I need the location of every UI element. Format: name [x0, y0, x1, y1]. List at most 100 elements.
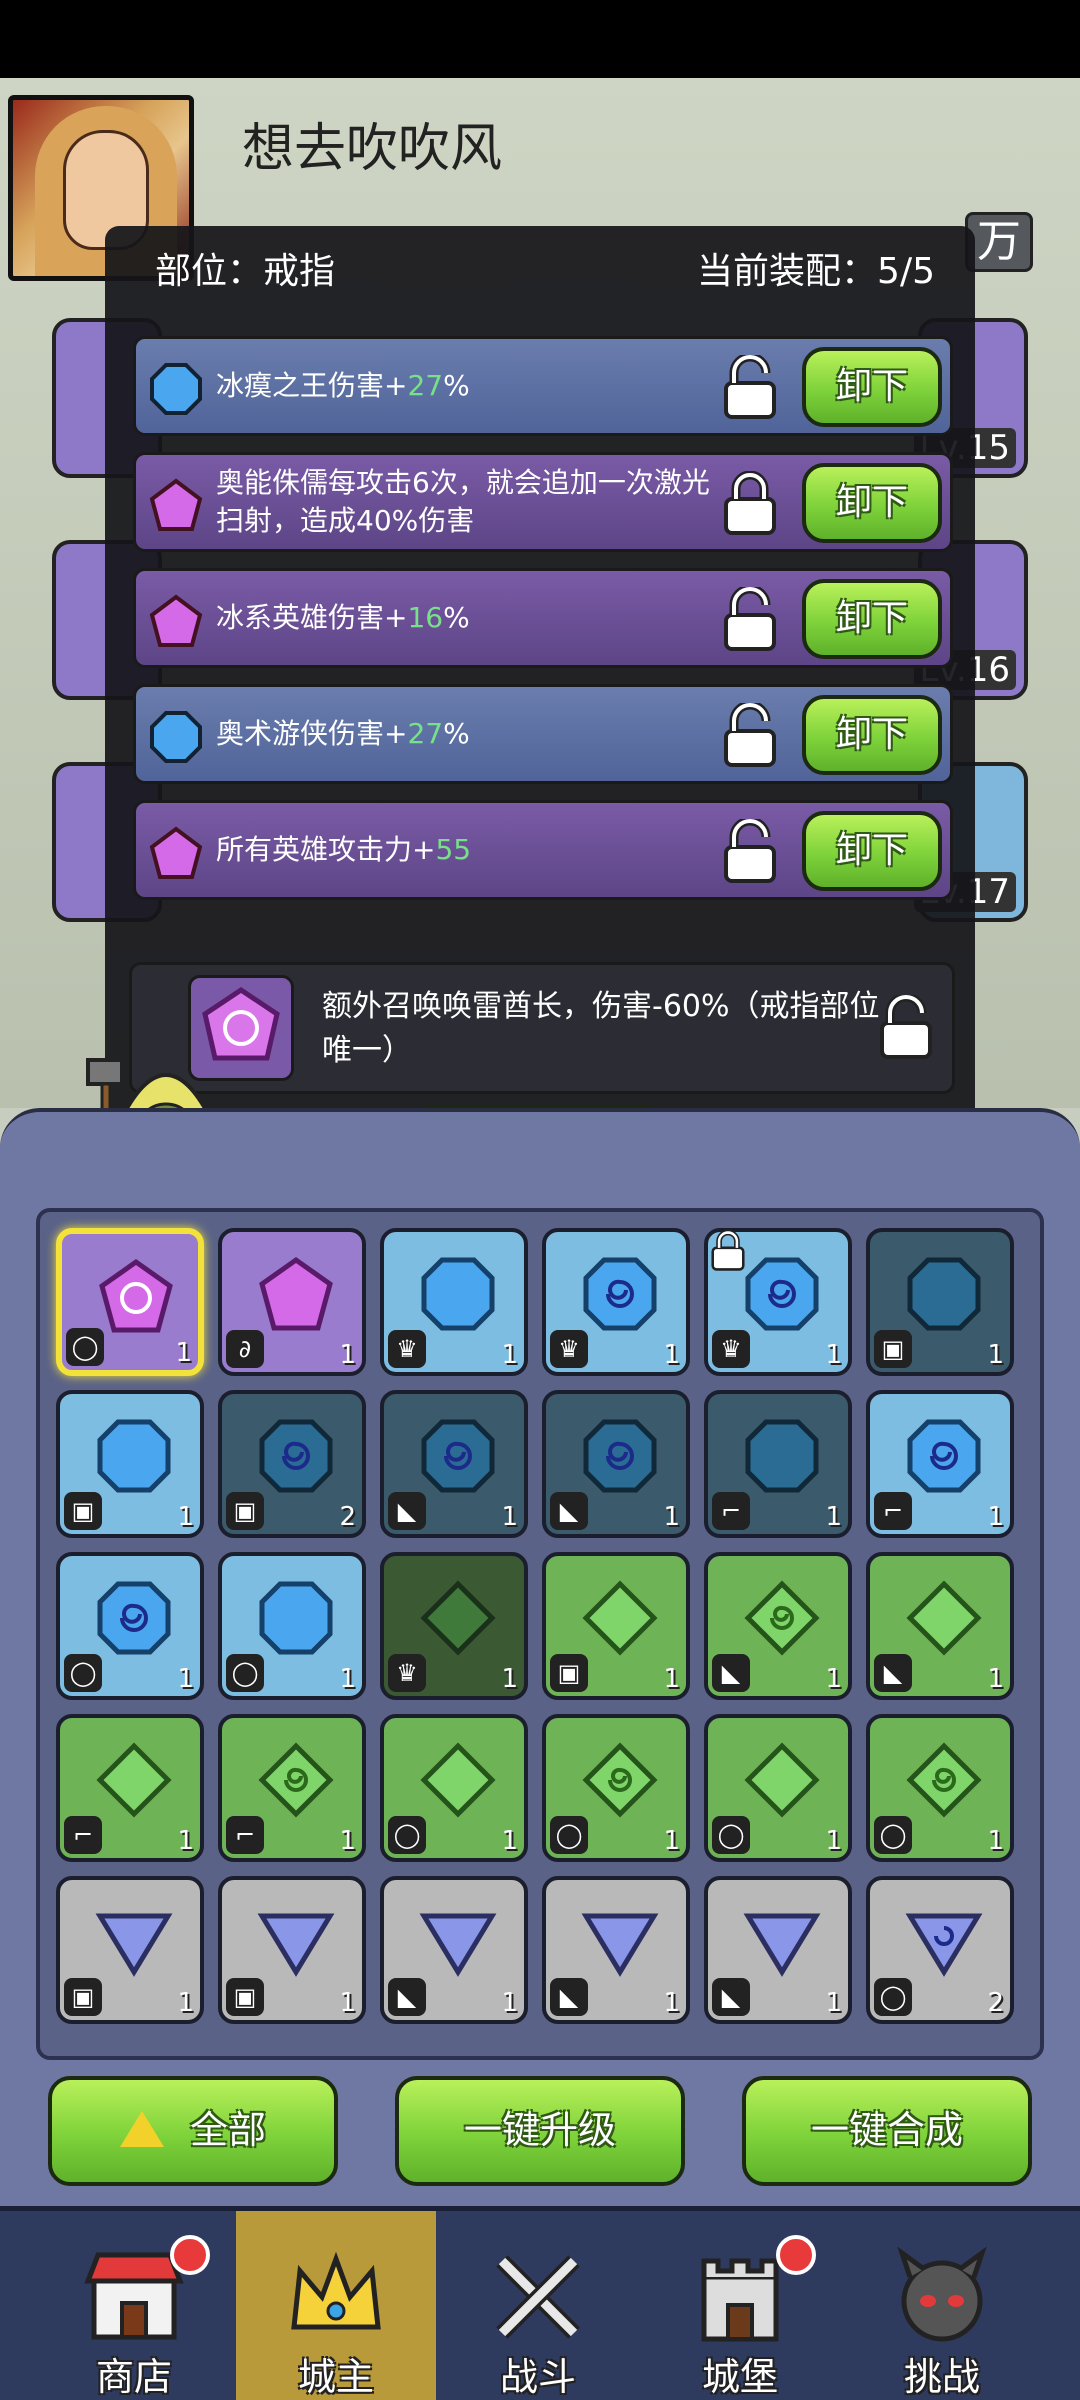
- unequip-button[interactable]: 卸下: [802, 695, 942, 775]
- gem-item[interactable]: ⌐ 1: [218, 1714, 366, 1862]
- gem-grid[interactable]: ◯ 1 ∂ 1 ♛ 1 ♛ 1 ♛ 1 ▣ 1 ▣ 1 ▣ 2 ◣ 1 ◣ 1 ⌐ 1 ⌐ 1 ◯ 1 ◯ 1 ♛ 1 ▣ 1 ◣ 1 ◣ 1 ⌐ 1 ⌐ 1…: [36, 1208, 1044, 2060]
- ring-slot-icon: ◯: [874, 1816, 912, 1854]
- lock-icon: [711, 1230, 745, 1271]
- gem-item[interactable]: ▣ 1: [56, 1390, 204, 1538]
- unequip-button[interactable]: 卸下: [802, 811, 942, 891]
- gem-item[interactable]: ▣ 1: [218, 1876, 366, 2024]
- gem-count: 1: [501, 1502, 518, 1532]
- boot-slot-icon: ◣: [388, 1978, 426, 2016]
- axe-slot-icon: ⌐: [64, 1816, 102, 1854]
- gem-item[interactable]: ◣ 1: [542, 1876, 690, 2024]
- gem-icon: [581, 1913, 659, 1977]
- boot-slot-icon: ◣: [874, 1654, 912, 1692]
- gem-item[interactable]: ◣ 1: [380, 1876, 528, 2024]
- gem-icon: [744, 1742, 820, 1818]
- unlock-icon[interactable]: [720, 703, 780, 769]
- gem-item[interactable]: ◯ 1: [56, 1228, 204, 1376]
- gem-item[interactable]: ⌐ 1: [866, 1390, 1014, 1538]
- equipped-gem-slot[interactable]: 所有英雄攻击力+55 卸下: [133, 800, 953, 900]
- gem-icon: [420, 1580, 496, 1656]
- gem-icon: [149, 594, 203, 647]
- gem-icon: [745, 1419, 819, 1493]
- gem-item[interactable]: ◣ 1: [380, 1390, 528, 1538]
- gem-icon: [420, 1742, 496, 1818]
- gem-item[interactable]: ▣ 2: [218, 1390, 366, 1538]
- unlock-icon[interactable]: [720, 819, 780, 885]
- gem-item[interactable]: ♛ 1: [380, 1228, 528, 1376]
- necklace-slot-icon: ∂: [226, 1330, 264, 1368]
- gem-item[interactable]: ◣ 1: [704, 1552, 852, 1700]
- unlock-icon[interactable]: [720, 355, 780, 421]
- gem-item[interactable]: ◯ 1: [866, 1714, 1014, 1862]
- equipped-gem-slot[interactable]: 奥术游侠伤害+27% 卸下: [133, 684, 953, 784]
- shop-icon: [84, 2252, 184, 2340]
- armor-slot-icon: ▣: [226, 1978, 264, 2016]
- ring-slot-icon: ◯: [66, 1328, 104, 1366]
- armor-slot-icon: ▣: [64, 1492, 102, 1530]
- gem-item[interactable]: ♛ 1: [542, 1228, 690, 1376]
- tab-castle[interactable]: 城堡: [640, 2211, 840, 2400]
- gem-item[interactable]: ♛ 1: [380, 1552, 528, 1700]
- axe-slot-icon: ⌐: [874, 1492, 912, 1530]
- gem-count: 1: [987, 1826, 1004, 1856]
- gem-count: 1: [663, 1988, 680, 2018]
- gem-count: 1: [177, 1988, 194, 2018]
- gem-item[interactable]: ⌐ 1: [56, 1714, 204, 1862]
- combine-all-button[interactable]: 一键合成: [742, 2076, 1032, 2186]
- gem-count: 1: [177, 1664, 194, 1694]
- gem-item[interactable]: ◣ 1: [542, 1390, 690, 1538]
- unequip-button[interactable]: 卸下: [802, 347, 942, 427]
- tab-demon[interactable]: 挑战: [842, 2211, 1042, 2400]
- gem-count: 1: [339, 1988, 356, 2018]
- equipped-gem-slot[interactable]: 奥能侏儒每攻击6次，就会追加一次激光扫射，造成40%伤害 卸下: [133, 452, 953, 552]
- demon-icon: [897, 2247, 987, 2342]
- gem-count: 1: [663, 1502, 680, 1532]
- gem-count: 1: [825, 1502, 842, 1532]
- tab-swords[interactable]: 战斗: [438, 2211, 638, 2400]
- lock-icon[interactable]: [720, 471, 780, 537]
- slot-effect-text: 冰瘼之王伤害+27%: [216, 369, 470, 402]
- gem-count: 1: [825, 1664, 842, 1694]
- gem-item[interactable]: ◣ 1: [866, 1552, 1014, 1700]
- tab-crown[interactable]: 城主: [236, 2211, 436, 2400]
- gem-item[interactable]: ◯ 1: [380, 1714, 528, 1862]
- filter-all-button[interactable]: 全部: [48, 2076, 338, 2186]
- extra-effect-row: 额外召唤唤雷酋长，伤害-60%（戒指部位唯一）: [129, 962, 955, 1094]
- equipped-count: 当前装配：5/5: [697, 251, 935, 292]
- boot-slot-icon: ◣: [712, 1654, 750, 1692]
- gem-item[interactable]: ∂ 1: [218, 1228, 366, 1376]
- gem-icon: [149, 826, 203, 879]
- gem-item[interactable]: ⌐ 1: [704, 1390, 852, 1538]
- crown-slot-icon: ♛: [712, 1330, 750, 1368]
- gem-count: 1: [825, 1826, 842, 1856]
- gem-item[interactable]: ▣ 1: [56, 1876, 204, 2024]
- gem-icon: [97, 1581, 171, 1655]
- gem-item[interactable]: ◣ 1: [704, 1876, 852, 2024]
- gem-icon: [744, 1580, 820, 1656]
- tab-shop[interactable]: 商店: [34, 2211, 234, 2400]
- gem-icon: [743, 1913, 821, 1977]
- upgrade-all-button[interactable]: 一键升级: [395, 2076, 685, 2186]
- gem-item[interactable]: ◯ 1: [56, 1552, 204, 1700]
- unlock-icon[interactable]: [876, 995, 936, 1061]
- equipped-gem-slot[interactable]: 冰系英雄伤害+16% 卸下: [133, 568, 953, 668]
- gem-item[interactable]: ◯ 1: [704, 1714, 852, 1862]
- gem-item[interactable]: ◯ 1: [542, 1714, 690, 1862]
- resource-counter: 万: [965, 212, 1033, 272]
- gem-item[interactable]: ♛ 1: [704, 1228, 852, 1376]
- gem-count: 1: [663, 1664, 680, 1694]
- unlock-icon[interactable]: [720, 587, 780, 653]
- gem-item[interactable]: ◯ 2: [866, 1876, 1014, 2024]
- gem-item[interactable]: ◯ 1: [218, 1552, 366, 1700]
- equipped-gem-slot[interactable]: 冰瘼之王伤害+27% 卸下: [133, 336, 953, 436]
- boot-slot-icon: ◣: [550, 1978, 588, 2016]
- gem-icon: [150, 711, 202, 763]
- bottom-tab-bar: 商店 城主 战斗 城堡 挑战: [0, 2206, 1080, 2400]
- crown-icon: [291, 2251, 381, 2330]
- gem-icon: [149, 478, 203, 531]
- gem-item[interactable]: ▣ 1: [866, 1228, 1014, 1376]
- gem-icon: [259, 1256, 333, 1331]
- unequip-button[interactable]: 卸下: [802, 463, 942, 543]
- gem-item[interactable]: ▣ 1: [542, 1552, 690, 1700]
- unequip-button[interactable]: 卸下: [802, 579, 942, 659]
